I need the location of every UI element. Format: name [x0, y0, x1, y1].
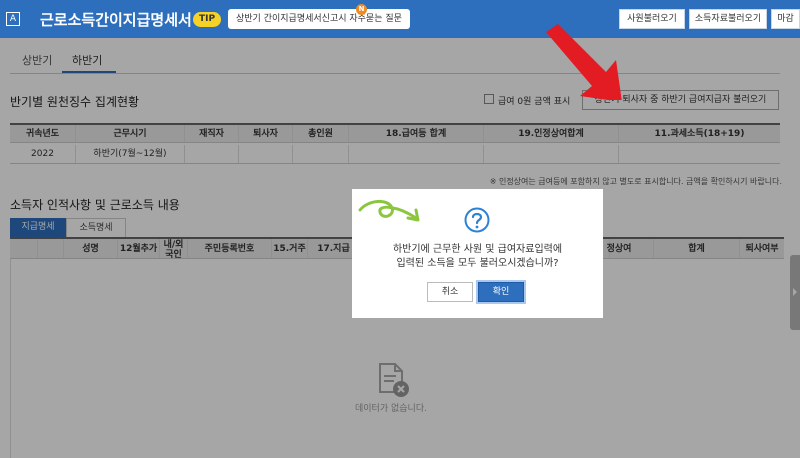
tip-badge[interactable]: TIP — [193, 12, 221, 27]
cancel-button[interactable]: 취소 — [427, 282, 473, 302]
new-badge: N — [356, 4, 367, 15]
load-income-data-button[interactable]: 소득자료불러오기 — [689, 9, 767, 29]
app-header: A 근로소득간이지급명세서 TIP 상반기 간이지급명세서신고시 자주묻는 질문… — [0, 0, 800, 38]
close-button[interactable]: 마감 — [771, 9, 800, 29]
app-logo-icon: A — [6, 12, 20, 26]
page-title: 근로소득간이지급명세서 — [40, 11, 192, 29]
question-icon — [464, 207, 490, 233]
red-arrow-annotation-icon — [546, 24, 622, 100]
tip-faq-link[interactable]: 상반기 간이지급명세서신고시 자주묻는 질문 — [228, 9, 410, 29]
confirm-button[interactable]: 확인 — [478, 282, 524, 302]
dialog-message-line: 입력된 소득을 모두 불러오시겠습니까? — [396, 258, 559, 269]
green-squiggle-annotation-icon — [358, 200, 420, 222]
dialog-message-line: 하반기에 근무한 사원 및 급여자료입력에 — [392, 244, 563, 255]
dialog-message: 하반기에 근무한 사원 및 급여자료입력에 입력된 소득을 모두 불러오시겠습니… — [352, 243, 603, 271]
